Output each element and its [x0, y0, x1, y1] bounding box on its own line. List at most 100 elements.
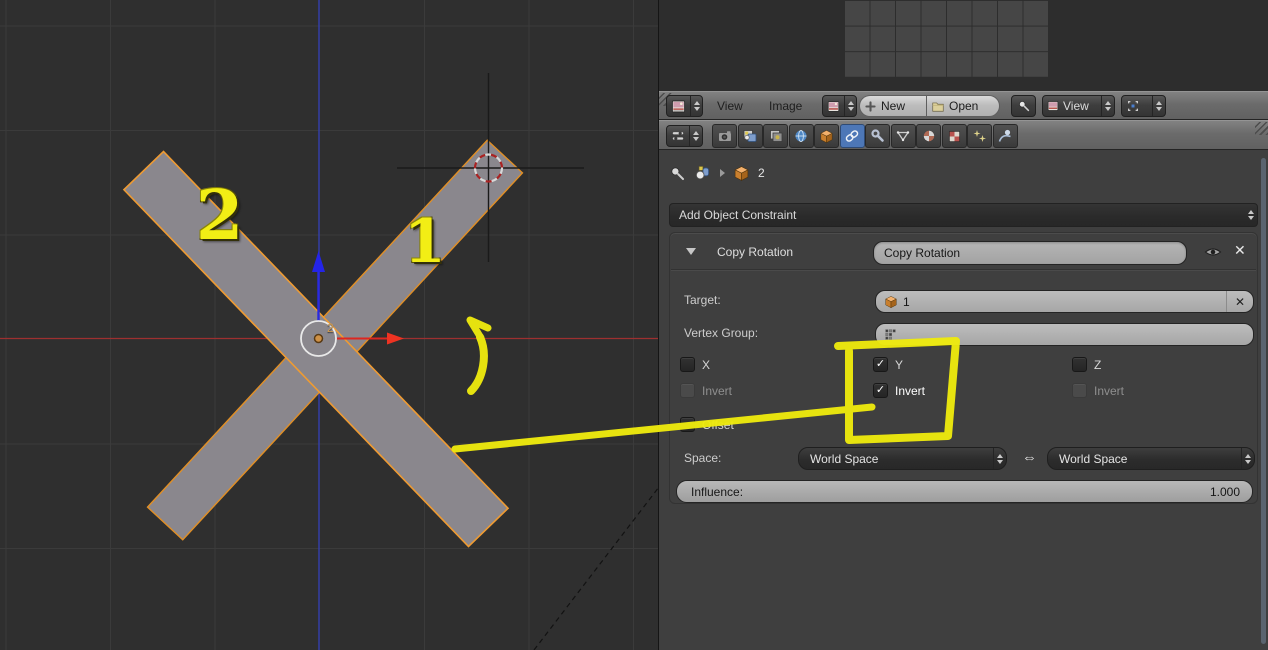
- particles-icon: [973, 130, 986, 142]
- menu-image[interactable]: Image: [769, 99, 802, 113]
- constraint-name-input[interactable]: [873, 241, 1187, 265]
- image-editor-header: View Image New Open View: [659, 91, 1268, 120]
- tab-material[interactable]: [916, 124, 941, 148]
- tab-modifiers[interactable]: [865, 124, 890, 148]
- physics-icon: [998, 129, 1011, 142]
- tab-object-data[interactable]: [890, 124, 916, 148]
- influence-label: Influence:: [691, 484, 744, 499]
- checkbox-offset[interactable]: [680, 417, 695, 432]
- open-image-button[interactable]: Open: [926, 95, 1000, 117]
- tab-scene[interactable]: [737, 124, 763, 148]
- breadcrumb-separator-icon: [720, 169, 725, 177]
- checkbox-y-label: Y: [895, 358, 904, 372]
- menu-view[interactable]: View: [717, 99, 743, 113]
- vertex-group-icon: [876, 328, 902, 341]
- tab-world[interactable]: [788, 124, 814, 148]
- breadcrumb-object-name[interactable]: 2: [758, 166, 765, 180]
- tab-physics[interactable]: [992, 124, 1018, 148]
- checkbox-x[interactable]: [680, 357, 695, 372]
- editor-steppers[interactable]: [689, 126, 702, 146]
- checkbox-invert-y[interactable]: ✓: [873, 383, 888, 398]
- space-swap-arrow: ⇔: [1022, 449, 1037, 466]
- checkbox-invert-y-label: Invert: [895, 384, 926, 398]
- tab-particles[interactable]: [967, 124, 992, 148]
- tab-render[interactable]: [712, 124, 737, 148]
- target-space-dropdown[interactable]: World Space: [1047, 447, 1255, 470]
- new-image-button[interactable]: New: [859, 95, 926, 117]
- image-icon: [1043, 100, 1063, 112]
- camera-icon: [718, 131, 731, 141]
- tab-texture[interactable]: [941, 124, 967, 148]
- view-mode-dropdown[interactable]: View: [1042, 95, 1115, 117]
- view-mode-steppers[interactable]: [1101, 96, 1114, 116]
- influence-slider[interactable]: Influence: 1.000: [676, 480, 1253, 503]
- checkbox-invert-x-label: Invert: [702, 384, 733, 398]
- delete-constraint-icon[interactable]: ✕: [1234, 242, 1246, 259]
- blender-window: 2 2 1 View Image New Open View 2 Add Obj…: [0, 0, 1268, 650]
- breadcrumb: 2: [669, 163, 765, 183]
- material-sphere-icon: [923, 130, 934, 142]
- plus-icon: [860, 100, 881, 113]
- image-datablock-icon: [823, 100, 844, 113]
- folder-icon: [927, 99, 949, 113]
- space-label: Space:: [684, 451, 722, 465]
- copy-rotation-constraint-box: Copy Rotation ✕ Target: 1 ✕ Vertex Group…: [669, 232, 1258, 504]
- pin-icon: [1013, 99, 1035, 113]
- target-object-name: 1: [903, 294, 910, 309]
- display-steppers[interactable]: [1152, 96, 1165, 116]
- x-axis-arrow[interactable]: [387, 332, 404, 345]
- checkbox-z-label: Z: [1094, 358, 1102, 372]
- expand-collapse-icon[interactable]: [686, 248, 696, 255]
- checkbox-invert-x[interactable]: [680, 383, 695, 398]
- origin-object-name-label: 2: [327, 321, 334, 335]
- pin-icon[interactable]: [669, 165, 686, 182]
- properties-editor-header: [659, 120, 1268, 150]
- editor-steppers[interactable]: [690, 96, 703, 116]
- checkbox-invert-z[interactable]: [1072, 383, 1087, 398]
- properties-editor-icon: [667, 129, 689, 143]
- pin-image-button[interactable]: [1011, 95, 1036, 117]
- area-corner-widget[interactable]: [1255, 122, 1268, 135]
- tab-object[interactable]: [814, 124, 839, 148]
- 3d-viewport[interactable]: 2 2 1: [0, 0, 658, 650]
- scene-icon: [743, 130, 757, 142]
- owner-space-dropdown[interactable]: World Space: [798, 447, 1007, 470]
- editor-type-selector-properties[interactable]: [666, 125, 703, 147]
- scene-icon[interactable]: [694, 164, 712, 182]
- editor-type-selector-image[interactable]: [666, 95, 703, 117]
- vertex-group-field[interactable]: [875, 323, 1254, 346]
- constraint-type-label: Copy Rotation: [717, 245, 794, 259]
- properties-panel: 2 Add Object Constraint Copy Rotation ✕ …: [659, 150, 1268, 650]
- owner-space-steppers[interactable]: [993, 448, 1006, 469]
- render-result-icon: [1122, 99, 1144, 113]
- z-axis-arrow[interactable]: [312, 251, 325, 272]
- texture-checker-icon: [948, 130, 960, 142]
- image-datablock-selector[interactable]: [822, 95, 857, 117]
- divider: [671, 269, 1256, 271]
- add-constraint-steppers[interactable]: [1245, 204, 1257, 226]
- datablock-steppers[interactable]: [844, 96, 857, 116]
- vertex-group-label: Vertex Group:: [684, 326, 759, 340]
- display-channels-button[interactable]: [1121, 95, 1166, 117]
- checkbox-y[interactable]: ✓: [873, 357, 888, 372]
- object-origin-dot: [313, 333, 324, 344]
- panel-scrollbar[interactable]: [1261, 158, 1266, 644]
- target-label: Target:: [684, 293, 721, 307]
- checkbox-z[interactable]: [1072, 357, 1087, 372]
- checkbox-x-label: X: [702, 358, 711, 372]
- tab-render-layers[interactable]: [763, 124, 788, 148]
- eye-visibility-icon[interactable]: [1204, 245, 1222, 259]
- target-object-field[interactable]: 1 ✕: [875, 290, 1254, 313]
- target-space-steppers[interactable]: [1241, 448, 1254, 469]
- world-icon: [795, 130, 807, 142]
- tab-constraints[interactable]: [839, 124, 865, 148]
- annotation-number-1: 1: [404, 207, 446, 277]
- cube-icon: [820, 129, 833, 143]
- influence-value: 1.000: [1209, 484, 1240, 499]
- cube-icon: [733, 165, 750, 182]
- checkbox-offset-label: Offset: [702, 418, 734, 432]
- layers-icon: [769, 130, 782, 142]
- add-object-constraint-button[interactable]: Add Object Constraint: [669, 203, 1258, 227]
- clear-target-icon[interactable]: ✕: [1225, 291, 1253, 312]
- uv-image-editor-canvas[interactable]: [659, 0, 1268, 91]
